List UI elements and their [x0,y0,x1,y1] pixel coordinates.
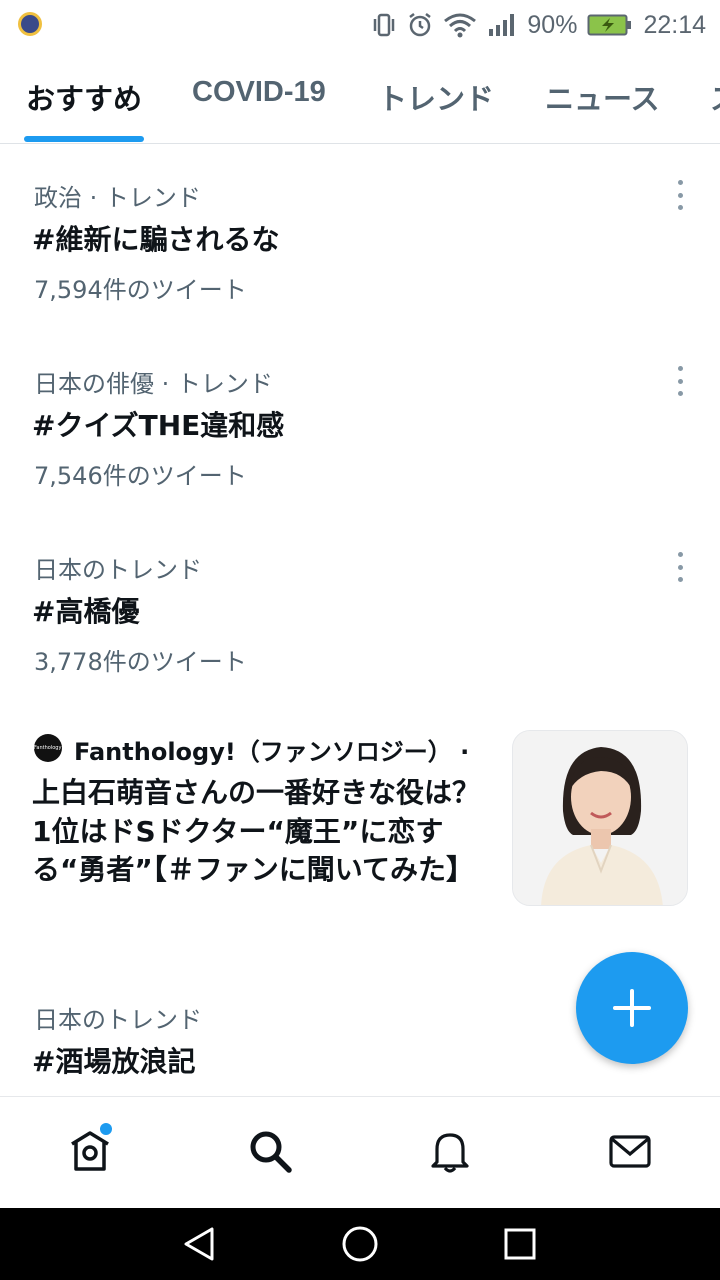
trend-tweet-count: 7,546件のツイート [34,462,247,490]
back-icon [184,1227,214,1261]
news-thumbnail [512,730,688,906]
plus-icon [613,989,651,1027]
trend-item[interactable]: 日本のトレンド #高橋優 3,778件のツイート [0,550,720,700]
compose-tweet-button[interactable] [576,952,688,1064]
active-tab-indicator [24,136,144,142]
trend-item[interactable]: 政治 · トレンド #維新に騙されるな 7,594件のツイート [0,178,720,328]
battery-charging-icon [587,14,632,36]
trend-context: 日本のトレンド [34,1006,202,1034]
messages-icon [609,1135,651,1168]
clock: 22:14 [643,10,706,39]
app-notification-icon [18,12,42,36]
trend-context: 日本の俳優 · トレンド [34,370,273,398]
tab-sports[interactable]: ス [710,76,720,118]
home-unread-dot [100,1123,112,1135]
status-bar: 90% 22:14 [0,0,720,50]
trend-item[interactable]: 日本の俳優 · トレンド #クイズTHE違和感 7,546件のツイート [0,364,720,514]
explore-tabs: おすすめ COVID-19 トレンド ニュース ス [0,60,720,144]
trend-context: 日本のトレンド [34,556,202,584]
trend-title: #維新に騙されるな [32,223,280,256]
more-options-icon[interactable] [674,552,686,582]
system-navigation-bar [0,1208,720,1280]
recents-icon [504,1228,536,1260]
tab-news[interactable]: ニュース [545,76,660,118]
tab-trends[interactable]: トレンド [378,76,494,118]
person-photo [513,731,687,905]
trend-tweet-count: 3,778件のツイート [34,648,247,676]
search-icon [250,1131,292,1173]
nav-notifications-button[interactable] [426,1127,474,1175]
tab-recommended[interactable]: おすすめ [26,76,142,118]
news-card[interactable]: Fanthology! Fanthology!（ファンソロジー） · 上白石萌音… [0,730,720,930]
notifications-icon [431,1133,469,1173]
nav-search-button[interactable] [246,1127,294,1175]
alarm-icon [409,13,432,37]
trend-title: #高橋優 [32,595,140,628]
signal-icon [489,14,515,36]
trend-context: 政治 · トレンド [34,184,201,212]
system-home-button[interactable] [340,1224,380,1264]
wifi-icon [444,13,477,38]
vibrate-icon [374,13,395,37]
nav-messages-button[interactable] [606,1127,654,1175]
trend-title: #クイズTHE違和感 [32,409,285,442]
news-headline: 上白石萌音さんの一番好きな役は？ 1位はドSドクター“魔王”に恋する“勇者”【＃… [32,776,481,886]
news-source-name: Fanthology!（ファンソロジー） · [74,738,470,766]
more-options-icon[interactable] [674,180,686,210]
news-source-logo: Fanthology! [34,734,62,762]
battery-percent: 90% [527,10,578,39]
status-icons: 90% 22:14 [371,8,706,42]
system-back-button[interactable] [180,1224,220,1264]
more-options-icon[interactable] [674,366,686,396]
bottom-navigation [0,1096,720,1208]
home-circle-icon [342,1226,378,1262]
trend-title: #酒場放浪記 [32,1045,196,1078]
system-recents-button[interactable] [500,1224,540,1264]
trend-tweet-count: 7,594件のツイート [34,276,247,304]
tab-covid-19[interactable]: COVID-19 [192,76,326,109]
